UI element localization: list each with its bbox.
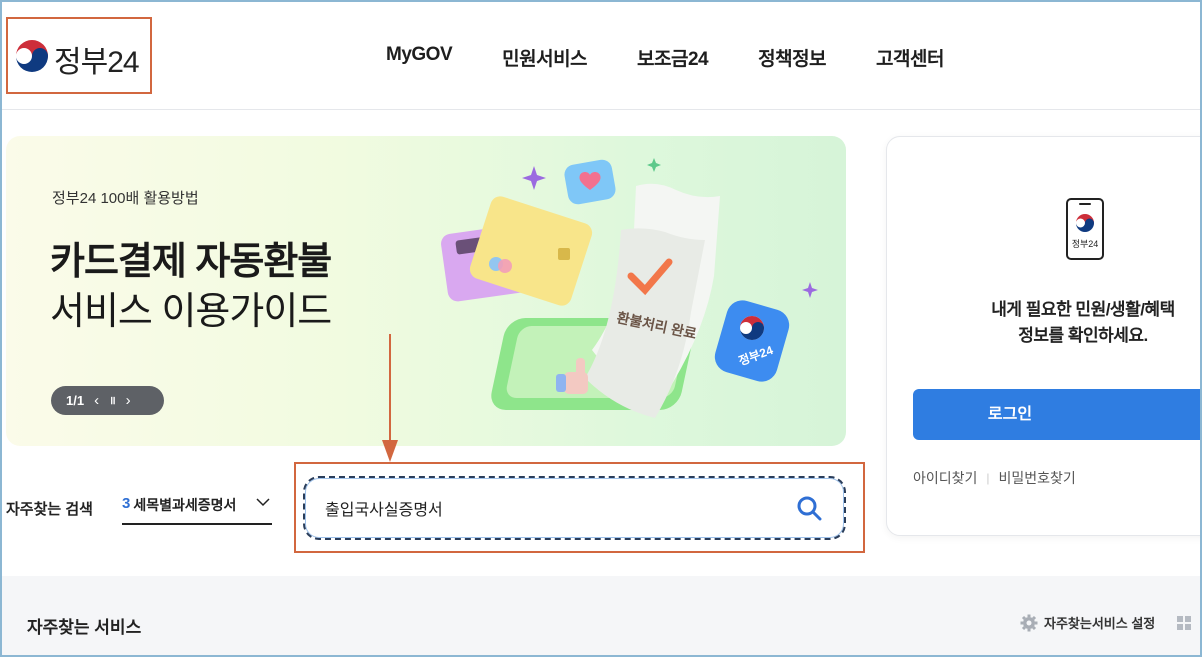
banner-title-regular: 서비스 이용가이드 bbox=[50, 291, 332, 333]
mobile-gov24-icon: 정부24 bbox=[1066, 198, 1104, 260]
find-password-link[interactable]: 비밀번호찾기 bbox=[999, 468, 1076, 488]
frequent-services-section: 자주찾는 서비스 자주찾는서비스 설정 bbox=[0, 576, 1202, 657]
login-card: 정부24 내게 필요한 민원/생활/혜택 정보를 확인하세요. 로그인 아이디찾… bbox=[886, 136, 1202, 536]
nav-customer-center[interactable]: 고객센터 bbox=[876, 44, 944, 71]
next-slide-icon[interactable]: › bbox=[126, 392, 131, 409]
login-message-line1: 내게 필요한 민원/생활/혜택 bbox=[991, 300, 1175, 319]
banner-pager: 1/1 ‹ ॥ › bbox=[51, 386, 164, 415]
phone-icon-text: 정부24 bbox=[1072, 239, 1099, 249]
search-box bbox=[303, 476, 846, 540]
nav-mygov[interactable]: MyGOV bbox=[386, 44, 453, 71]
pager-count: 1/1 bbox=[66, 393, 85, 408]
prev-slide-icon[interactable]: ‹ bbox=[94, 392, 99, 409]
nav-subsidy24[interactable]: 보조금24 bbox=[637, 44, 709, 71]
gear-icon bbox=[1020, 614, 1038, 631]
refund-illustration: 환불처리 완료 정부24 bbox=[441, 158, 818, 418]
nav-policy-info[interactable]: 정책정보 bbox=[758, 44, 826, 71]
logo-link[interactable]: 정부24 bbox=[6, 17, 152, 94]
nav-civil-service[interactable]: 민원서비스 bbox=[502, 44, 587, 71]
frequent-services-setting-button[interactable]: 자주찾는서비스 설정 bbox=[1020, 613, 1155, 632]
login-message: 내게 필요한 민원/생활/혜택 정보를 확인하세요. bbox=[983, 297, 1183, 349]
frequent-search-dropdown[interactable]: 3 세목별과세증명서 bbox=[122, 495, 272, 525]
frequent-search-label: 자주찾는 검색 bbox=[6, 501, 93, 518]
frequent-search-rank: 3 bbox=[122, 495, 131, 512]
link-divider: | bbox=[986, 471, 990, 485]
site-header: 정부24 MyGOV 민원서비스 보조금24 정책정보 고객센터 bbox=[0, 0, 1202, 110]
banner-title-bold: 카드결제 자동환불 bbox=[50, 241, 332, 283]
frequent-services-setting-label: 자주찾는서비스 설정 bbox=[1044, 616, 1156, 631]
pause-icon[interactable]: ॥ bbox=[109, 393, 116, 408]
promo-banner[interactable]: 정부24 100배 활용방법 카드결제 자동환불 서비스 이용가이드 1/1 ‹… bbox=[6, 136, 846, 446]
chevron-down-icon bbox=[256, 498, 270, 507]
annotation-arrow-icon bbox=[382, 334, 398, 462]
main-nav: MyGOV 민원서비스 보조금24 정책정보 고객센터 bbox=[386, 44, 994, 71]
search-icon[interactable] bbox=[796, 495, 822, 521]
banner-subtitle: 정부24 100배 활용방법 bbox=[52, 190, 199, 207]
frequent-search-term: 세목별과세증명서 bbox=[133, 497, 237, 513]
login-button[interactable]: 로그인 bbox=[913, 389, 1202, 440]
frequent-services-title: 자주찾는 서비스 bbox=[27, 618, 142, 637]
login-links: 아이디찾기 | 비밀번호찾기 bbox=[913, 468, 1076, 488]
find-id-link[interactable]: 아이디찾기 bbox=[913, 468, 977, 488]
search-input[interactable] bbox=[325, 492, 785, 524]
taegeuk-emblem-icon bbox=[16, 40, 48, 72]
grid-view-icon[interactable] bbox=[1177, 616, 1191, 630]
login-message-line2: 정보를 확인하세요. bbox=[1018, 326, 1148, 345]
logo-text: 정부24 bbox=[54, 46, 140, 79]
